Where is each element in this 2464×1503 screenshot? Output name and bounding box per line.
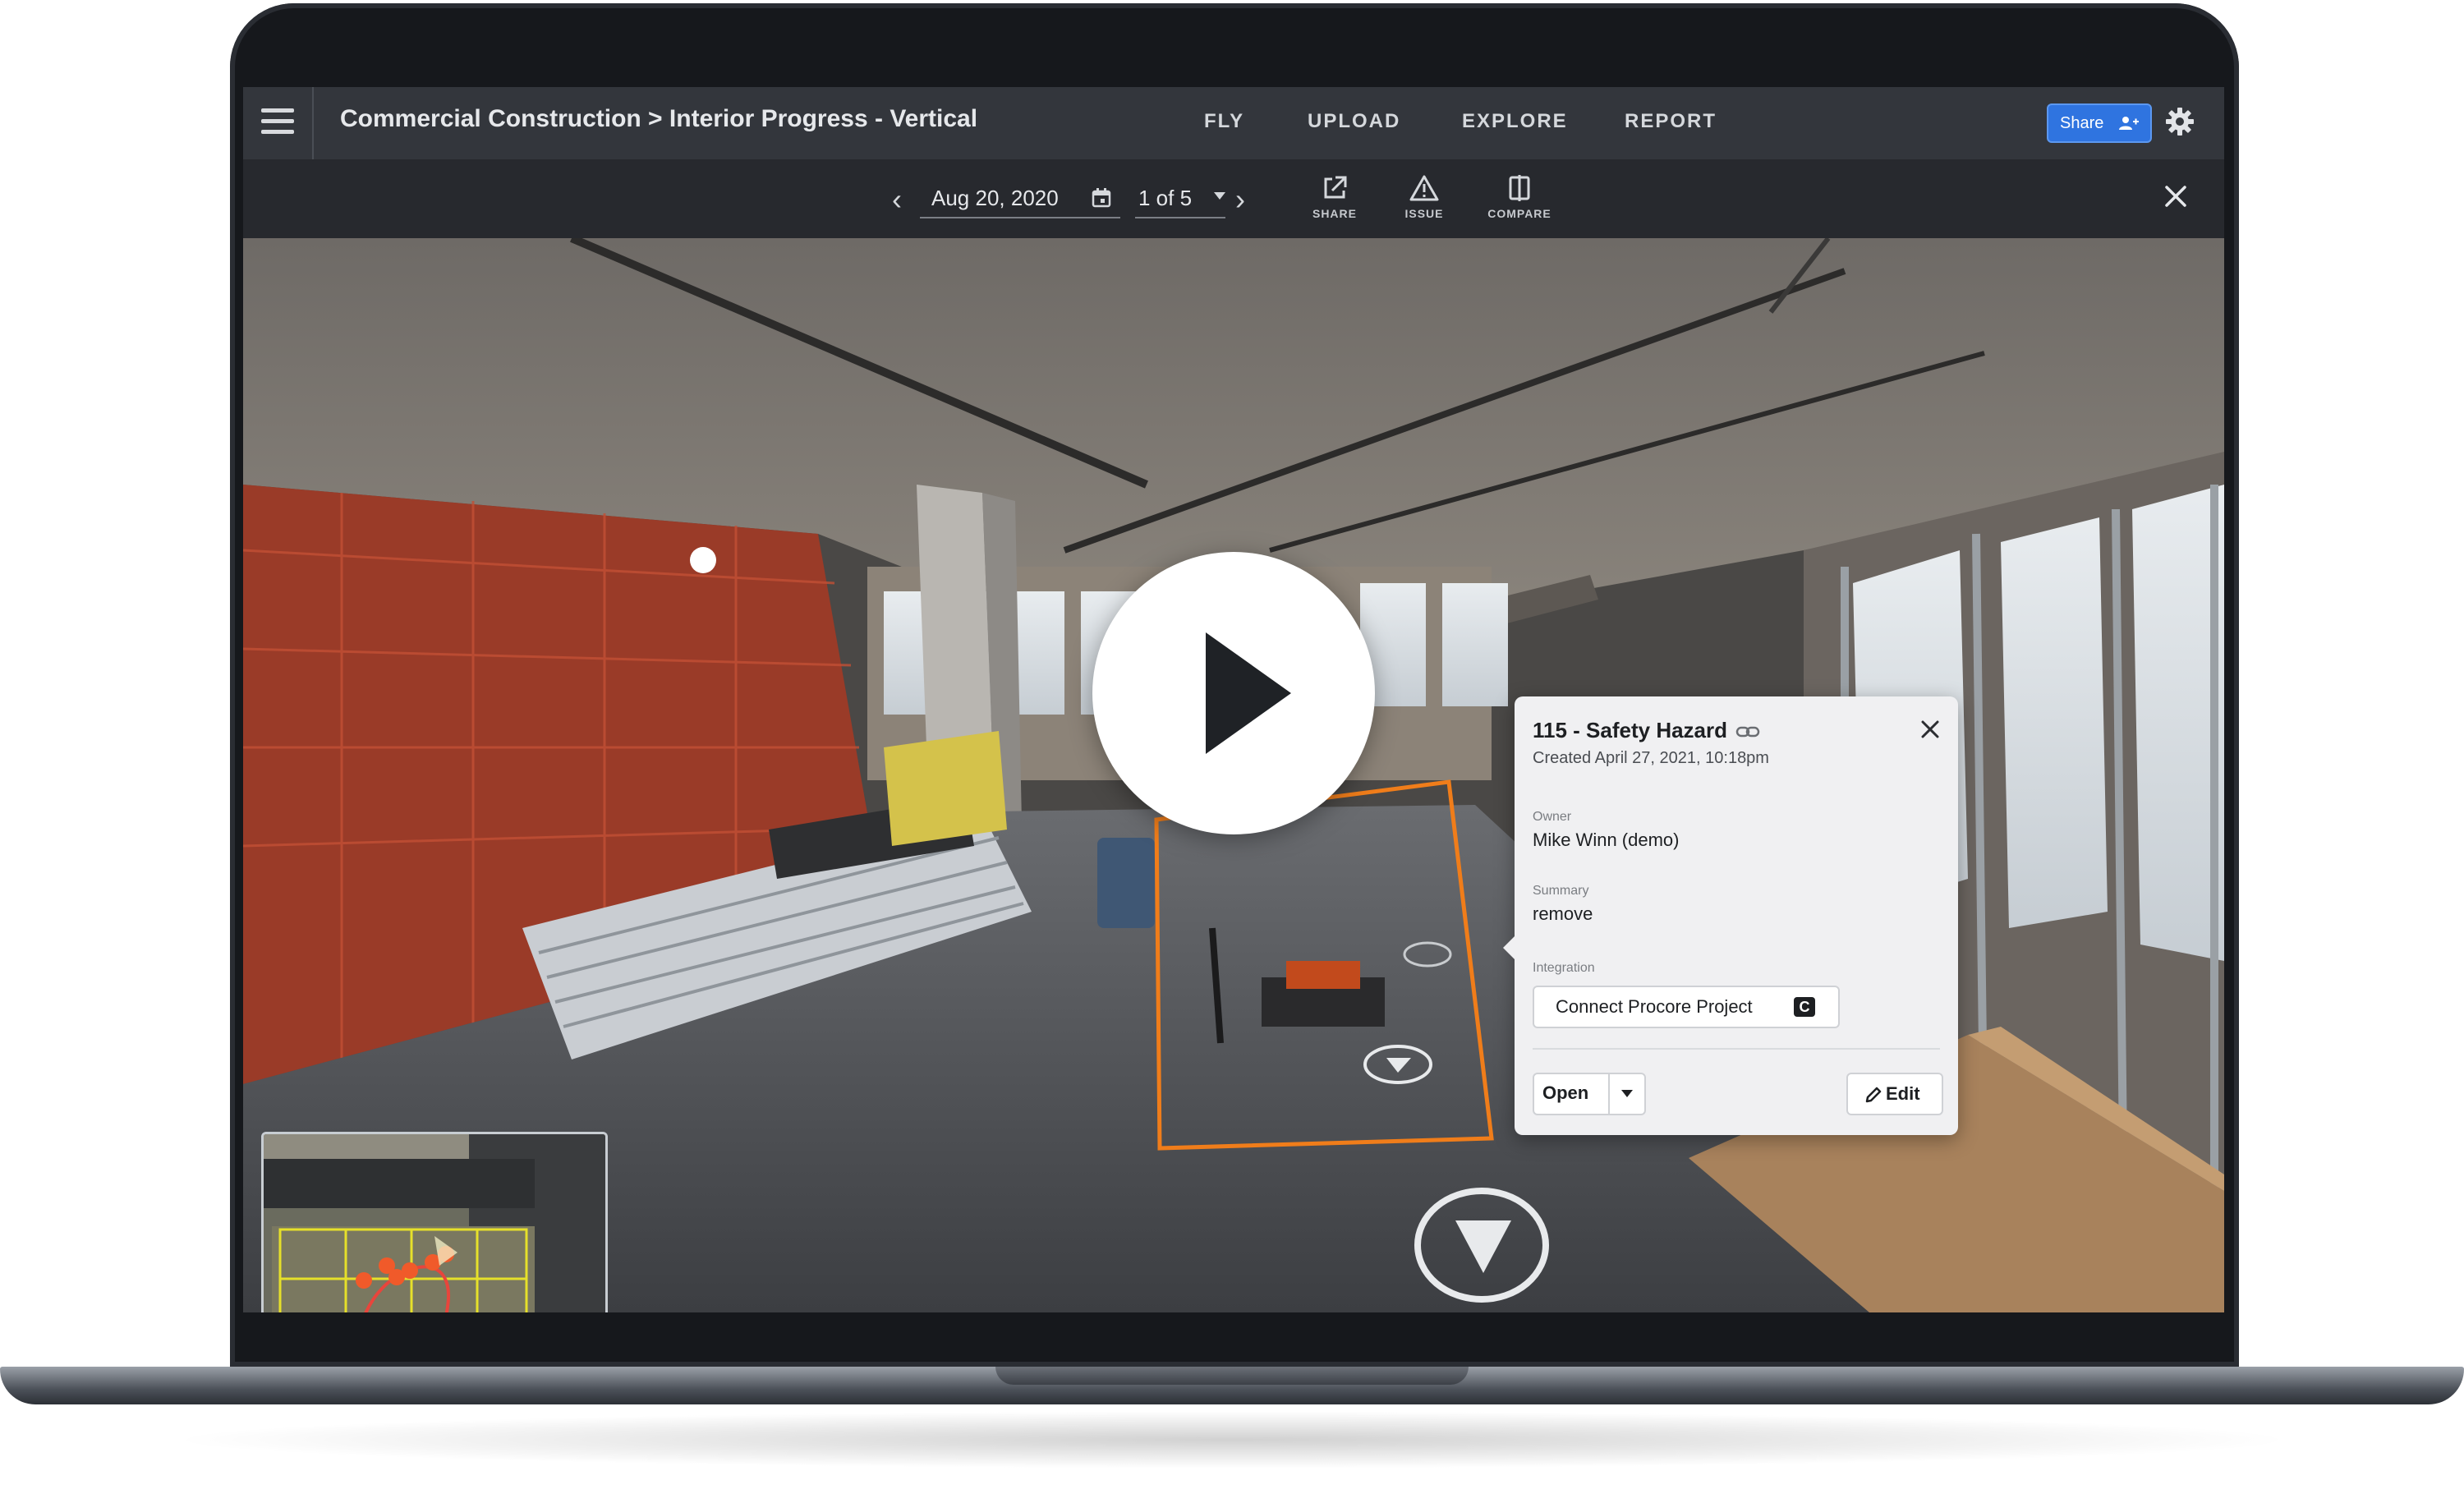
panorama-viewer[interactable]: 115 - Safety Hazard Created April 27, 20…	[243, 238, 2224, 1312]
issue-title-text: 115 - Safety Hazard	[1533, 718, 1728, 742]
summary-value: remove	[1533, 903, 1593, 924]
capture-index: 1 of 5	[1138, 186, 1193, 210]
app-screen: Commercial Construction > Interior Progr…	[243, 87, 2224, 1312]
share-icon	[1324, 176, 1347, 199]
date-value: Aug 20, 2020	[931, 186, 1059, 210]
share-tool-label: SHARE	[1312, 207, 1357, 220]
nav-upload[interactable]: UPLOAD	[1308, 110, 1400, 133]
laptop-shadow	[164, 1411, 2300, 1469]
nav-report[interactable]: REPORT	[1625, 110, 1717, 133]
status-value: Open	[1542, 1082, 1589, 1103]
connect-procore-button[interactable]: Connect Procore Project C	[1533, 986, 1840, 1028]
settings-icon[interactable]	[2163, 105, 2196, 138]
issue-tool-label: ISSUE	[1404, 207, 1444, 220]
add-user-icon	[2119, 117, 2139, 130]
issue-detail-panel: 115 - Safety Hazard Created April 27, 20…	[1503, 696, 1958, 1135]
top-bar: Commercial Construction > Interior Progr…	[243, 87, 2224, 159]
integration-label: Integration	[1533, 961, 1595, 975]
capture-toolbar: ‹ Aug 20, 2020 1 of 5 › SHARE ISSUE COMP…	[243, 159, 2224, 238]
play-icon	[1206, 632, 1291, 754]
date-picker[interactable]: Aug 20, 2020	[920, 182, 1120, 218]
play-button[interactable]	[1092, 552, 1375, 834]
connect-procore-label: Connect Procore Project	[1556, 996, 1753, 1017]
laptop-notch	[995, 1367, 1469, 1385]
owner-value: Mike Winn (demo)	[1533, 830, 1680, 850]
close-icon[interactable]	[1919, 718, 1942, 741]
breadcrumb[interactable]: Commercial Construction > Interior Progr…	[340, 105, 977, 133]
issue-created: Created April 27, 2021, 10:18pm	[1533, 749, 1769, 767]
status-divider	[1608, 1074, 1610, 1114]
owner-label: Owner	[1533, 810, 1572, 824]
top-bar-divider	[312, 87, 314, 159]
chevron-down-icon	[1214, 192, 1225, 200]
panel-divider	[1533, 1048, 1940, 1050]
edit-button[interactable]: Edit	[1846, 1073, 1943, 1115]
minimap[interactable]	[261, 1132, 608, 1312]
summary-label: Summary	[1533, 884, 1589, 898]
status-dropdown[interactable]: Open	[1533, 1073, 1646, 1115]
edit-label: Edit	[1886, 1083, 1920, 1104]
share-button[interactable]: Share	[2047, 103, 2152, 143]
compare-tool-label: COMPARE	[1487, 207, 1551, 220]
chevron-down-icon	[1621, 1090, 1633, 1097]
compare-tool[interactable]: COMPARE	[1477, 174, 1562, 220]
pencil-icon	[1865, 1087, 1882, 1103]
calendar-icon	[1092, 188, 1111, 208]
menu-icon[interactable]	[261, 108, 294, 138]
nav-fly[interactable]: FLY	[1204, 110, 1244, 133]
share-tool[interactable]: SHARE	[1299, 174, 1370, 220]
capture-selector[interactable]: 1 of 5	[1135, 182, 1225, 218]
issue-title: 115 - Safety Hazard	[1533, 718, 1760, 743]
procore-logo-icon: C	[1794, 997, 1815, 1017]
previous-date-icon[interactable]: ‹	[892, 182, 902, 217]
close-icon[interactable]	[2162, 182, 2190, 210]
share-button-label: Share	[2060, 114, 2104, 132]
warning-icon	[1409, 175, 1439, 201]
site-map-image	[264, 1134, 605, 1312]
issue-tool[interactable]: ISSUE	[1393, 174, 1455, 220]
compare-icon	[1509, 175, 1530, 201]
next-capture-icon[interactable]: ›	[1235, 182, 1245, 217]
link-icon[interactable]	[1735, 725, 1760, 738]
nav-explore[interactable]: EXPLORE	[1462, 110, 1568, 133]
